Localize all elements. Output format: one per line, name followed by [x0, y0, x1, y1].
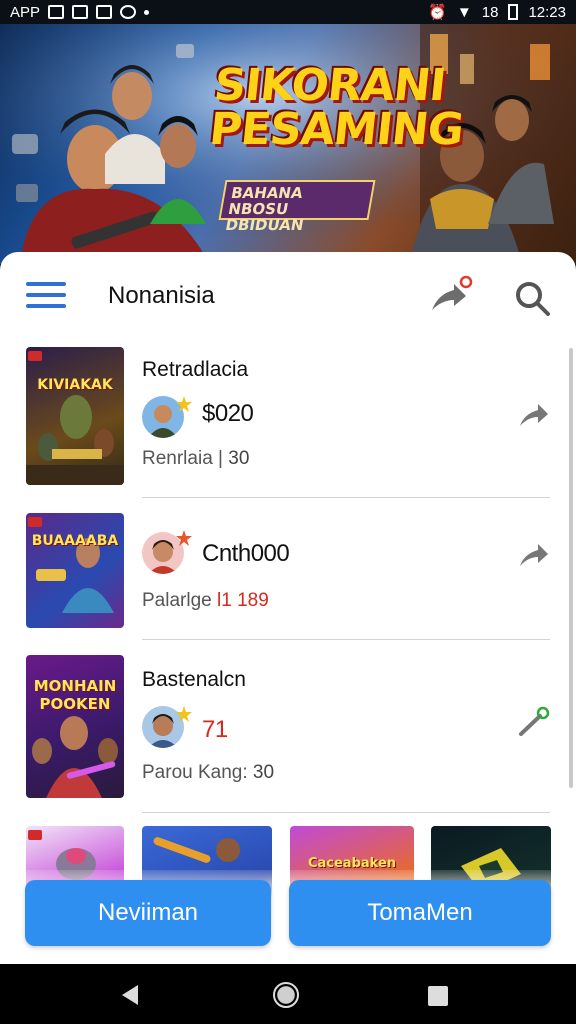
share-icon[interactable]: [426, 274, 476, 316]
meta-label: Palarlge: [142, 590, 212, 611]
wifi-icon: ▼: [456, 3, 472, 21]
row-meta: Renrlaia | 30: [142, 448, 249, 470]
edit-icon[interactable]: [516, 706, 552, 738]
game-thumbnail[interactable]: MONHAIN POOKEN: [26, 655, 124, 798]
right-action-button[interactable]: TomaMen: [289, 880, 551, 946]
star-icon: [176, 706, 192, 722]
promo-banner[interactable]: SIKORANI PESAMING BAHANA NBOSU DBIDUAN: [0, 24, 576, 264]
meta-label: Renrlaia: [142, 448, 213, 469]
list-item[interactable]: BUAAAABA Cnth000 Palarlge l1 189: [0, 510, 576, 640]
scrollbar[interactable]: [569, 348, 573, 788]
game-thumbnail[interactable]: KIVIAKAK: [26, 347, 124, 485]
back-icon[interactable]: [120, 984, 140, 1006]
row-value: 71: [202, 716, 228, 743]
image-notification-icon: [48, 5, 65, 19]
banner-title-line: SIKORANI: [211, 60, 448, 111]
notification-icon: [120, 5, 137, 19]
content-card: Nonanisia KIVIAKAK Retradlacia $020 Renr…: [0, 252, 576, 964]
thumbnail-art: [26, 351, 124, 485]
meta-value: 30: [228, 448, 250, 469]
search-icon[interactable]: [512, 278, 552, 318]
banner-subtitle-line: DBIDUAN: [224, 216, 305, 234]
divider: [142, 639, 550, 640]
home-icon[interactable]: [273, 982, 299, 1008]
thumbnail-title: BUAAAABA: [31, 533, 119, 549]
thumbnail-art: [28, 517, 114, 613]
star-icon: [176, 396, 192, 412]
banner-subtitle: BAHANA NBOSU DBIDUAN: [218, 180, 376, 234]
recent-apps-icon[interactable]: [428, 986, 448, 1006]
hamburger-menu-icon[interactable]: [26, 282, 66, 310]
thumbnail-title: MONHAIN POOKEN: [33, 677, 117, 713]
banner-subtitle-line: BAHANA NBOSU: [226, 184, 305, 218]
status-app-label: APP: [10, 3, 41, 21]
meta-label: Parou Kang:: [142, 762, 248, 783]
status-time: 12:23: [528, 3, 566, 21]
alarm-icon: ⏰: [428, 4, 447, 21]
row-title: Bastenalcn: [142, 668, 246, 691]
meta-separator: |: [218, 448, 223, 469]
share-arrow-icon[interactable]: [516, 538, 552, 570]
game-thumbnail[interactable]: BUAAAABA: [26, 513, 124, 628]
system-nav-bar: [0, 964, 576, 1024]
more-notifications-icon: [144, 9, 150, 15]
list-item[interactable]: MONHAIN POOKEN Bastenalcn 71 Parou Kang:…: [0, 652, 576, 804]
list-item[interactable]: KIVIAKAK Retradlacia $020 Renrlaia | 30: [0, 344, 576, 490]
row-value: $020: [202, 400, 254, 427]
app-bar: Nonanisia: [0, 252, 576, 342]
star-icon: [176, 530, 192, 546]
row-meta: Palarlge l1 189: [142, 590, 269, 612]
share-arrow-icon[interactable]: [516, 398, 552, 430]
banner-title: SIKORANI PESAMING: [207, 60, 466, 155]
thumbnail-title: Caceabaken: [307, 856, 397, 871]
thumbnail-title: KIVIAKAK: [37, 377, 113, 393]
left-action-button[interactable]: Neviiman: [25, 880, 271, 946]
battery-icon: [508, 4, 519, 20]
row-title: Retradlacia: [142, 358, 249, 381]
meta-value: 189: [237, 590, 269, 611]
divider: [142, 497, 550, 498]
banner-title-line: PESAMING: [207, 104, 466, 155]
signal-text: 18: [481, 3, 499, 21]
meta-value: 30: [252, 762, 275, 783]
app-title: Nonanisia: [108, 282, 215, 309]
status-bar: APP ⏰ ▼ 18 12:23: [0, 0, 576, 24]
notification-icon: [96, 5, 113, 19]
row-meta: Parou Kang: 30: [142, 762, 274, 784]
meta-separator: l1: [217, 590, 232, 611]
row-value: Cnth000: [202, 540, 290, 567]
divider: [142, 812, 550, 813]
notification-icon: [72, 5, 89, 19]
bottom-action-bar: Neviiman TomaMen: [0, 870, 576, 964]
